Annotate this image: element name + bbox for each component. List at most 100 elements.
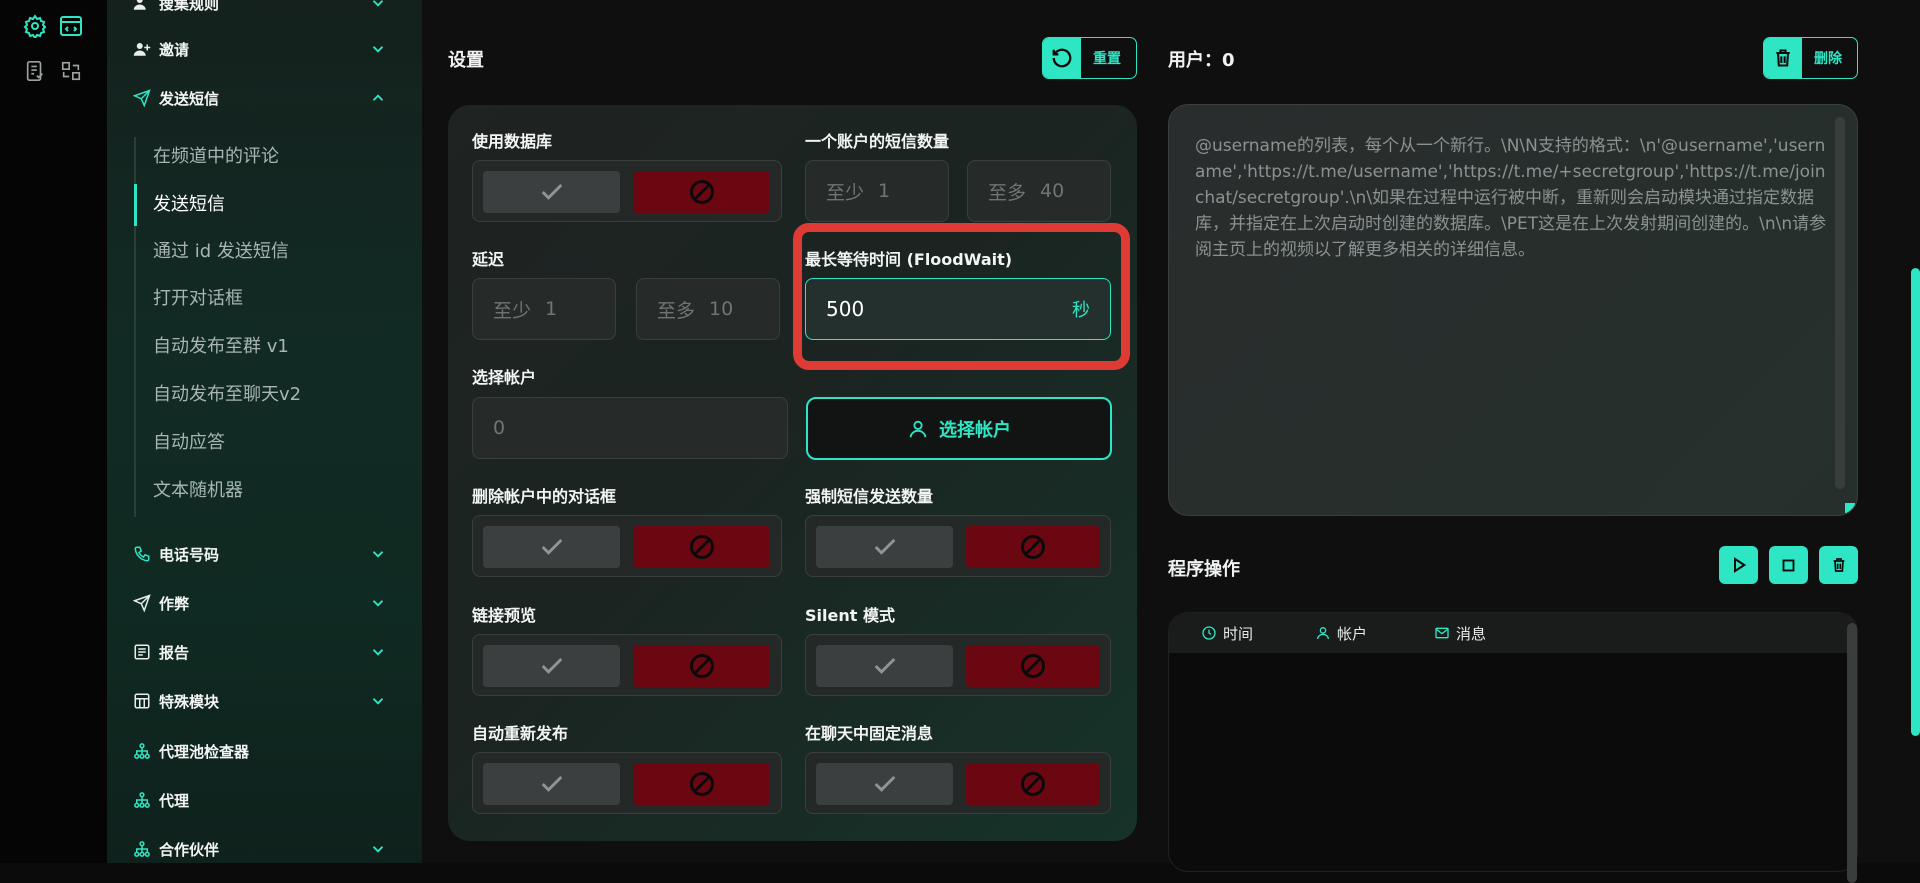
- page-scrollbar[interactable]: [1911, 268, 1920, 736]
- subitem-text-randomizer[interactable]: 文本随机器: [153, 476, 243, 506]
- msg-count-label: 一个账户的短信数量: [805, 132, 950, 151]
- subitem-open-dialog[interactable]: 打开对话框: [153, 284, 243, 314]
- sidebar-item-invite[interactable]: 邀请: [131, 34, 411, 64]
- clear-log-button[interactable]: [1819, 546, 1858, 584]
- select-account-label: 选择帐户: [472, 368, 537, 387]
- send-icon: [131, 87, 153, 109]
- column-label: 帐户: [1337, 624, 1368, 643]
- toggle-on-button[interactable]: [816, 526, 953, 568]
- toggle-off-button[interactable]: [633, 171, 770, 213]
- icon-rail: [0, 0, 107, 863]
- network-icon: [131, 838, 153, 860]
- sidebar-item-collect-rules[interactable]: 搜集规则: [131, 0, 411, 18]
- delay-max-input[interactable]: 至多 10: [636, 278, 780, 340]
- chevron-down-icon: [372, 0, 384, 7]
- toggle-off-button[interactable]: [633, 645, 770, 687]
- toggle-on-button[interactable]: [483, 763, 620, 805]
- browser-code-icon[interactable]: [58, 13, 84, 39]
- play-button[interactable]: [1719, 546, 1758, 584]
- toggle-off-button[interactable]: [966, 763, 1100, 805]
- sidebar-item-cheat[interactable]: 作弊: [131, 588, 411, 618]
- delay-min-input[interactable]: 至少 1: [472, 278, 616, 340]
- log-scrollbar[interactable]: [1847, 623, 1857, 883]
- pin-message-label: 在聊天中固定消息: [805, 724, 934, 743]
- network-icon: [131, 740, 153, 762]
- column-message: 消息: [1434, 623, 1486, 644]
- settings-gear-icon[interactable]: [22, 13, 48, 39]
- clock-icon: [1202, 626, 1216, 640]
- toggle-on-button[interactable]: [483, 171, 620, 213]
- ban-icon: [689, 535, 714, 559]
- sidebar-item-proxy[interactable]: 代理: [131, 785, 411, 815]
- sidebar-item-special-modules[interactable]: 特殊模块: [131, 686, 411, 716]
- ban-icon: [1021, 772, 1045, 796]
- ban-icon: [1021, 654, 1045, 678]
- subitem-autopost-group-v1[interactable]: 自动发布至群 v1: [153, 332, 289, 362]
- sidebar-item-reports[interactable]: 报告: [131, 637, 411, 667]
- sidebar-item-proxy-pool-checker[interactable]: 代理池检查器: [131, 736, 411, 766]
- delay-label: 延迟: [472, 250, 505, 269]
- subitem-channel-comments[interactable]: 在频道中的评论: [153, 142, 279, 172]
- sidebar-item-label: 邀请: [159, 40, 190, 59]
- delete-users-button[interactable]: 删除: [1763, 37, 1858, 79]
- textarea-scrollbar[interactable]: [1835, 117, 1845, 489]
- settings-title: 设置: [448, 50, 484, 71]
- stop-icon: [1782, 559, 1795, 571]
- subitem-autoreply[interactable]: 自动应答: [153, 428, 225, 458]
- select-account-button-label: 选择帐户: [939, 419, 1011, 441]
- highlight-annotation: [793, 223, 1130, 370]
- reset-button[interactable]: 重置: [1042, 37, 1137, 79]
- sidebar-item-partners[interactable]: 合作伙伴: [131, 834, 411, 863]
- subitem-autopost-chat-v2[interactable]: 自动发布至聊天v2: [153, 380, 301, 410]
- sidebar-item-phone-numbers[interactable]: 电话号码: [131, 539, 411, 569]
- chevron-down-icon: [372, 46, 384, 53]
- toggle-on-button[interactable]: [816, 645, 953, 687]
- column-time: 时间: [1201, 623, 1315, 644]
- auto-republish-label: 自动重新发布: [472, 724, 569, 743]
- usernames-textarea[interactable]: @username的列表，每个从一个新行。\N\N支持的格式：\n'@usern…: [1168, 104, 1858, 516]
- toggle-off-button[interactable]: [633, 763, 770, 805]
- use-db-label: 使用数据库: [472, 132, 553, 151]
- toggle-on-button[interactable]: [483, 526, 620, 568]
- select-account-button[interactable]: 选择帐户: [806, 397, 1112, 460]
- toggle-off-button[interactable]: [966, 526, 1100, 568]
- subitem-send-sms[interactable]: 发送短信: [153, 190, 225, 220]
- column-label: 时间: [1223, 624, 1254, 643]
- auto-republish-toggle: [472, 752, 782, 814]
- stop-button[interactable]: [1769, 546, 1808, 584]
- toggle-off-button[interactable]: [633, 526, 770, 568]
- sidebar-item-label: 特殊模块: [159, 692, 220, 711]
- chevron-down-icon: [372, 649, 384, 656]
- check-icon: [874, 775, 895, 792]
- sidebar-item-label: 搜集规则: [159, 0, 220, 13]
- resize-handle[interactable]: [1845, 503, 1855, 513]
- toggle-on-button[interactable]: [816, 763, 953, 805]
- chevron-up-icon: [372, 94, 384, 101]
- max-placeholder: 至多: [657, 299, 696, 322]
- trash-icon: [1833, 558, 1844, 572]
- msg-count-min-input[interactable]: 至少 1: [805, 160, 949, 222]
- refresh-icon: [1043, 38, 1081, 78]
- users-icon: [131, 0, 153, 14]
- chevron-down-icon: [372, 600, 384, 607]
- account-count: 0: [493, 417, 506, 439]
- swap-icon[interactable]: [58, 58, 84, 84]
- chevron-down-icon: [372, 698, 384, 705]
- sidebar-item-send-sms[interactable]: 发送短信: [131, 83, 411, 113]
- toggle-on-button[interactable]: [483, 645, 620, 687]
- table-icon: [131, 690, 153, 712]
- silent-mode-toggle: [805, 634, 1111, 696]
- max-placeholder: 至多: [988, 181, 1027, 204]
- sidebar: 搜集规则 邀请 发送短信 在频道中的评论 发送短信 通过 id 发送短信 打开对…: [107, 0, 422, 863]
- subitem-send-by-id[interactable]: 通过 id 发送短信: [153, 237, 289, 267]
- trash-icon: [1764, 38, 1802, 78]
- msg-count-max-input[interactable]: 至多 40: [967, 160, 1111, 222]
- account-count-input[interactable]: 0: [472, 397, 788, 459]
- toggle-off-button[interactable]: [966, 645, 1100, 687]
- pin-message-toggle: [805, 752, 1111, 814]
- silent-mode-label: Silent 模式: [805, 606, 895, 625]
- operations-title: 程序操作: [1168, 559, 1240, 580]
- chevron-down-icon: [372, 551, 384, 558]
- task-list-icon[interactable]: [22, 58, 48, 84]
- network-icon: [131, 789, 153, 811]
